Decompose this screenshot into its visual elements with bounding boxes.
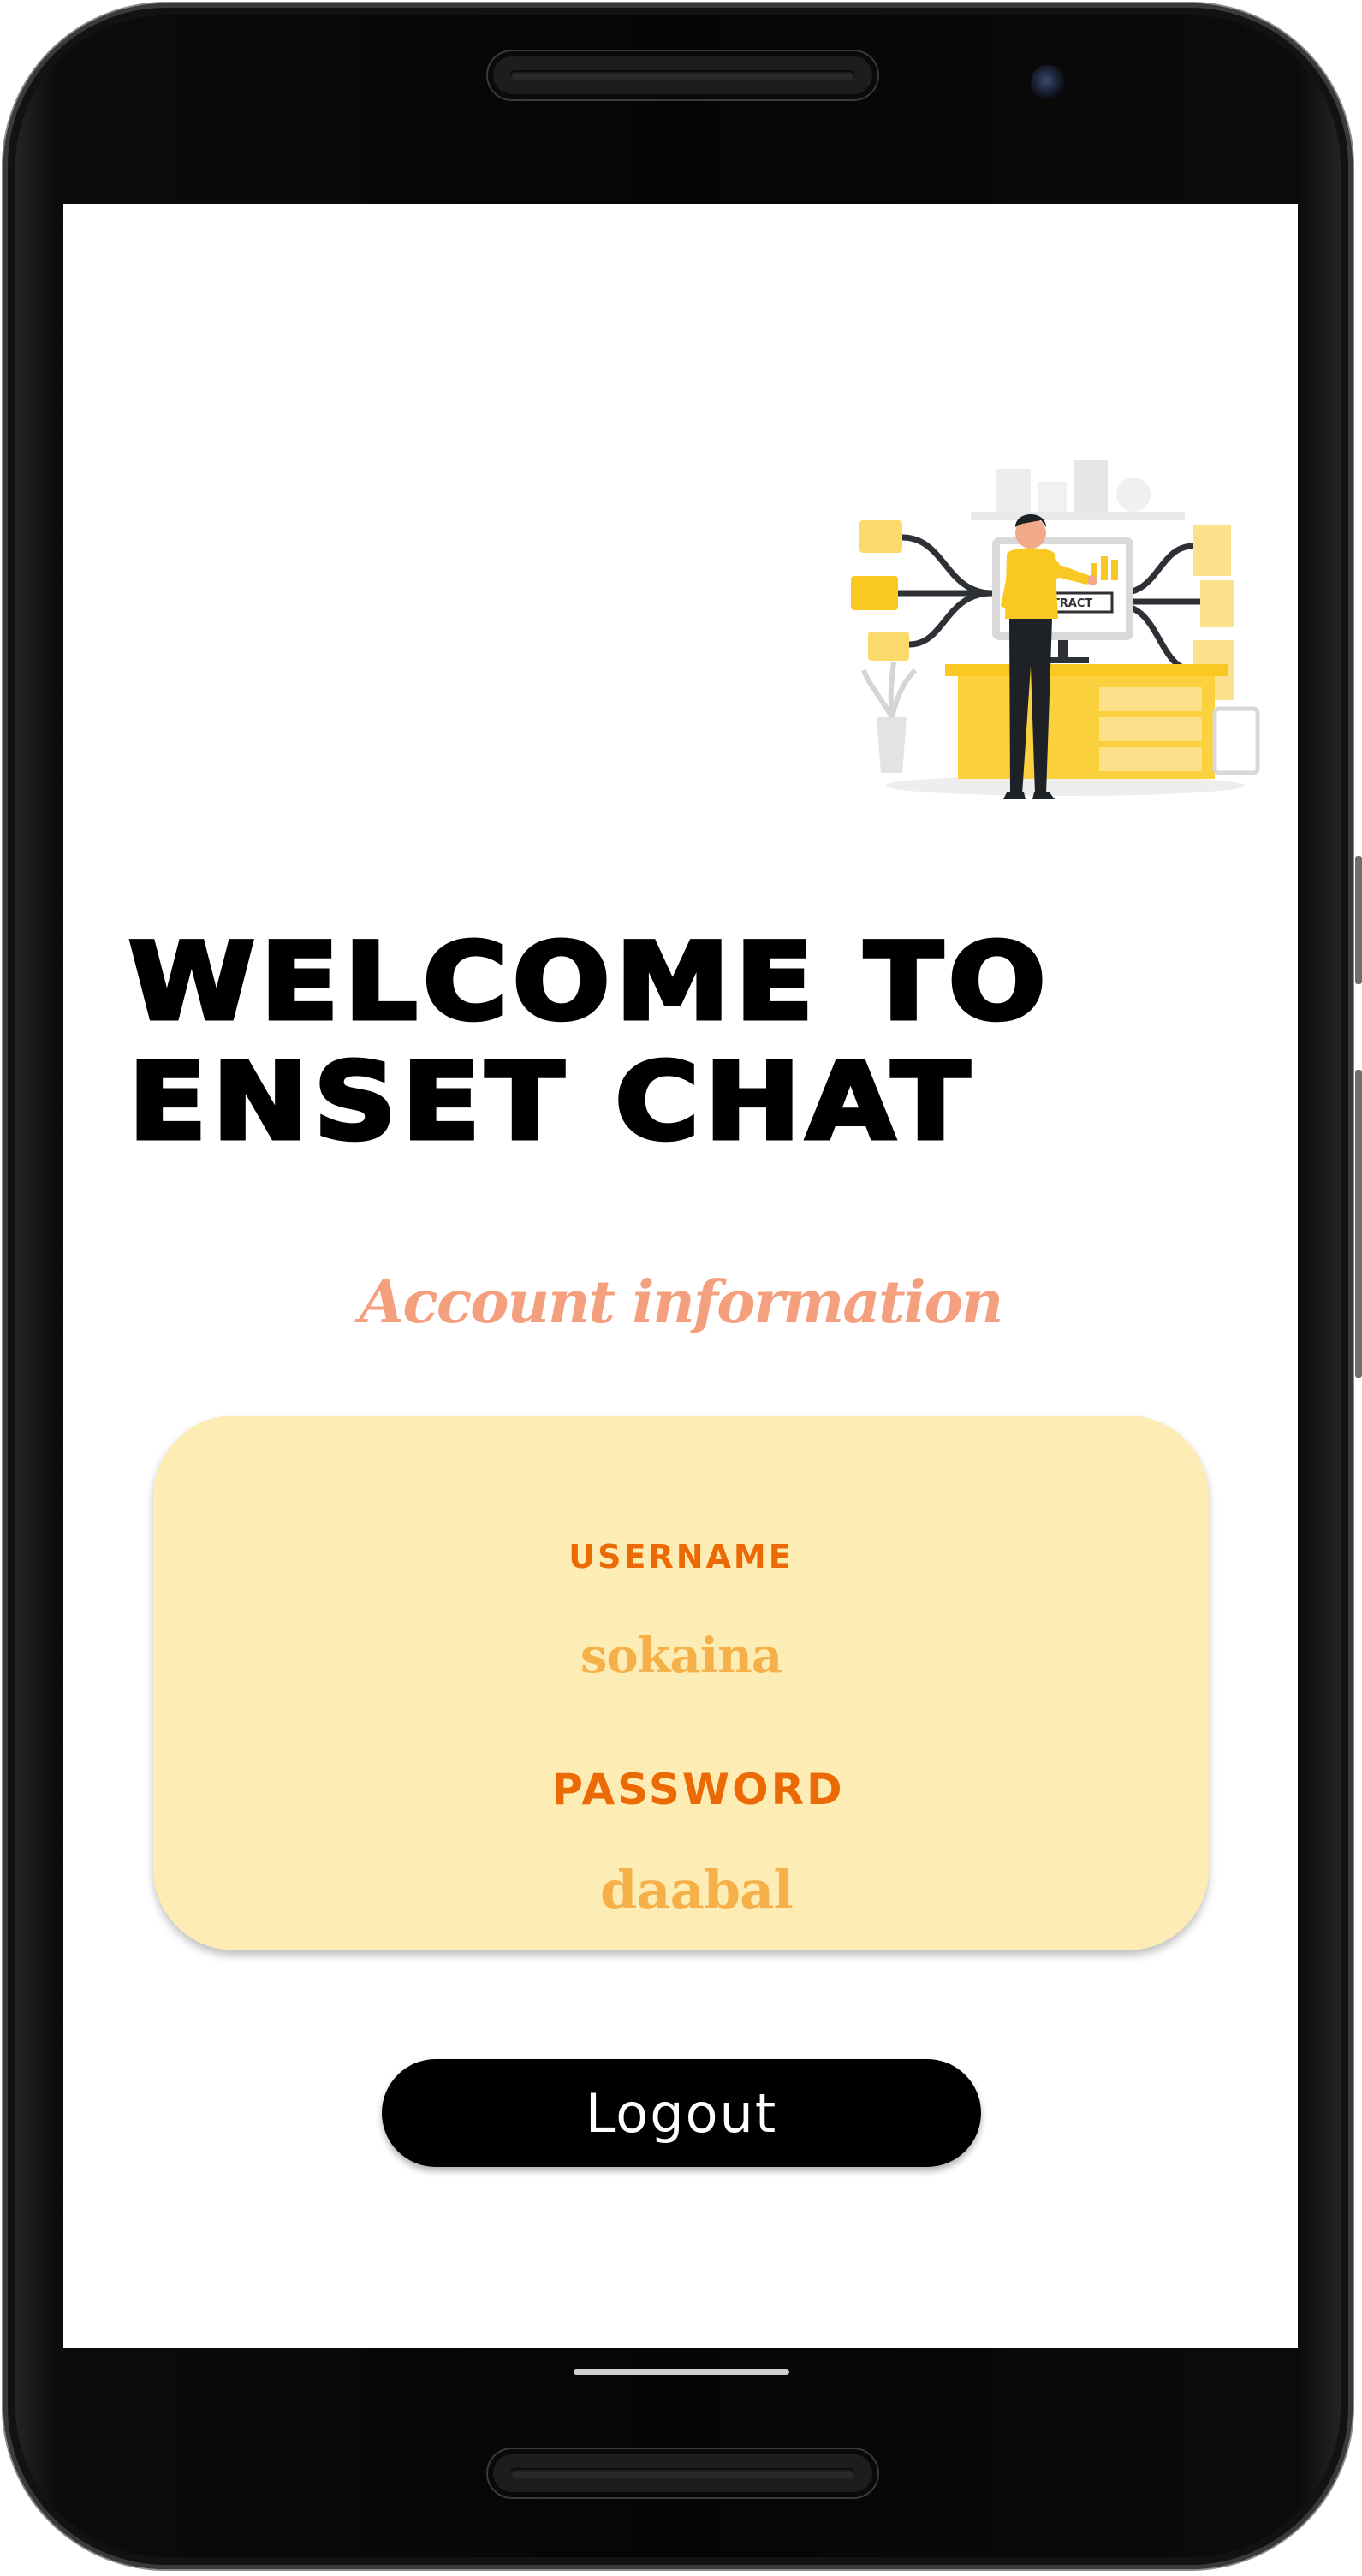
password-label: PASSWORD [551,1765,845,1814]
app-screen: EXTRACT WELCOME TO ENSET CHAT Account in… [63,204,1298,2348]
data-extraction-illustration: EXTRACT [851,460,1260,799]
username-value: sokaina [580,1628,782,1684]
logout-button[interactable]: Logout [382,2059,981,2167]
home-indicator[interactable] [574,2369,789,2375]
welcome-heading: WELCOME TO ENSET CHAT [126,921,1145,1165]
username-label: USERNAME [568,1538,794,1576]
password-value: daabal [600,1859,794,1921]
power-button [1355,1070,1362,1378]
account-info-card: USERNAME sokaina PASSWORD daabal [153,1416,1209,1950]
welcome-line-2: ENSET CHAT [126,1041,976,1165]
welcome-line-1: WELCOME TO [126,921,1052,1045]
phone-frame: EXTRACT WELCOME TO ENSET CHAT Account in… [0,0,1362,2576]
volume-button [1355,856,1362,984]
account-information-title: Account information [359,1268,1004,1337]
top-speaker [488,51,877,99]
front-camera [1031,65,1065,99]
bottom-speaker [488,2449,877,2497]
